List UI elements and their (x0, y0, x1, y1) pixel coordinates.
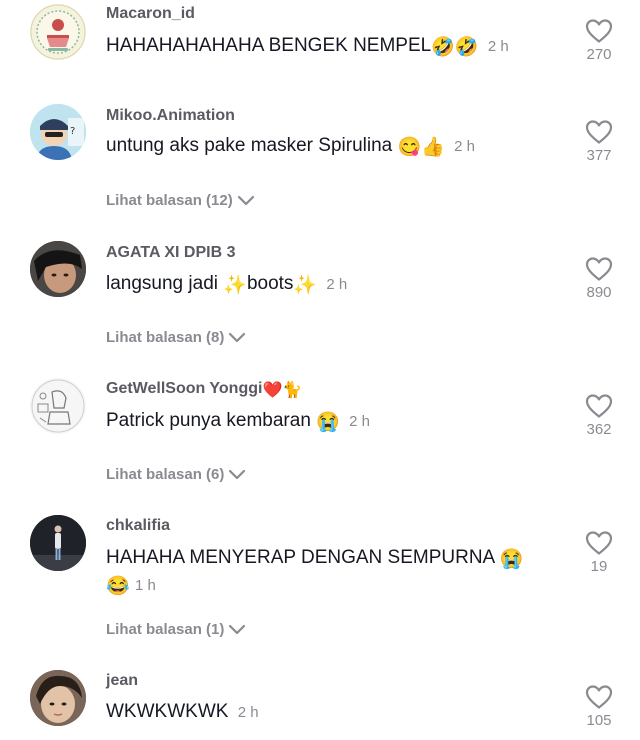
timestamp: 1 h (134, 577, 156, 594)
view-replies-button[interactable]: Lihat balasan (1) (106, 621, 246, 638)
yum-emoji: 😋 (397, 137, 422, 158)
crying-emoji: 😭 (316, 412, 340, 433)
username[interactable]: GetWellSoon Yonggi❤️🐈 (106, 380, 302, 401)
like-count: 377 (586, 147, 612, 164)
timestamp: 2 h (349, 413, 370, 430)
sparkles-emoji: ✨ (223, 275, 247, 296)
comment-body: WKWKWKWK (106, 701, 229, 722)
view-replies-label: Lihat balasan (6) (106, 466, 225, 483)
view-replies-label: Lihat balasan (1) (106, 621, 225, 638)
like-count: 890 (586, 284, 612, 301)
like-button[interactable]: 270 (574, 18, 624, 63)
username[interactable]: jean (106, 672, 138, 690)
comment-body: HAHAHA MENYERAP DENGAN SEMPURNA (106, 547, 495, 568)
comment-text: Patrick punya kembaran 😭 2 h (106, 409, 370, 434)
avatar[interactable]: ? (30, 104, 86, 160)
timestamp: 2 h (326, 276, 348, 293)
username[interactable]: Macaron_id (106, 5, 195, 23)
chevron-down-icon (237, 195, 254, 206)
view-replies-label: Lihat balasan (12) (106, 192, 233, 209)
comment-text: HAHAHAHAHAHA BENGEK NEMPEL🤣🤣 2 h (106, 34, 509, 59)
comment-text: untung aks pake masker Spirulina 😋👍 2 h (106, 134, 475, 159)
like-button[interactable]: 377 (574, 119, 624, 164)
avatar[interactable] (30, 515, 86, 571)
comment-body: untung aks pake masker Spirulina (106, 135, 393, 156)
sparkles-emoji: ✨ (293, 275, 318, 296)
comment-text: HAHAHA MENYERAP DENGAN SEMPURNA 😭 (106, 546, 523, 570)
like-button[interactable]: 890 (574, 256, 624, 301)
view-replies-label: Lihat balasan (8) (106, 329, 225, 346)
thumbs-up-emoji: 👍 (421, 137, 445, 158)
view-replies-button[interactable]: Lihat balasan (12) (106, 192, 255, 209)
comment-body: langsung jadi (106, 273, 218, 294)
like-count: 19 (590, 558, 608, 575)
heart-outline-icon (585, 394, 613, 418)
avatar[interactable] (30, 378, 86, 434)
view-replies-button[interactable]: Lihat balasan (8) (106, 329, 246, 346)
username[interactable]: chkalifia (106, 517, 170, 535)
cat-emoji: 🐈 (282, 382, 303, 399)
crying-emoji: 😭 (499, 549, 524, 570)
like-count: 270 (586, 46, 612, 63)
heart-emoji: ❤️ (262, 382, 283, 399)
heart-outline-icon (585, 19, 613, 43)
heart-outline-icon (585, 120, 613, 144)
like-count: 362 (586, 421, 612, 438)
avatar[interactable] (30, 670, 86, 726)
username[interactable]: AGATA XI DPIB 3 (106, 244, 236, 262)
rofl-emoji: 🤣 (431, 37, 455, 58)
heart-outline-icon (585, 685, 613, 709)
view-replies-button[interactable]: Lihat balasan (6) (106, 466, 246, 483)
heart-outline-icon (585, 531, 613, 555)
comment-body: boots (246, 273, 294, 294)
like-count: 105 (586, 712, 612, 729)
like-button[interactable]: 105 (574, 684, 624, 729)
chevron-down-icon (229, 469, 246, 480)
comment-body: HAHAHAHAHAHA BENGEK NEMPEL (106, 35, 432, 56)
chevron-down-icon (229, 624, 246, 635)
timestamp: 2 h (487, 38, 509, 55)
timestamp: 2 h (454, 138, 475, 155)
chevron-down-icon (229, 332, 246, 343)
avatar[interactable] (30, 4, 86, 60)
avatar[interactable] (30, 241, 86, 297)
comment-text: WKWKWKWK 2 h (106, 700, 259, 725)
comment-text: langsung jadi ✨boots✨ 2 h (106, 272, 347, 297)
rofl-emoji: 🤣 (454, 37, 479, 58)
svg-text:?: ? (70, 126, 75, 137)
heart-outline-icon (585, 257, 613, 281)
username[interactable]: Mikoo.Animation (106, 107, 235, 125)
timestamp: 2 h (237, 704, 259, 721)
comment-text-wrap: 😂 1 h (106, 573, 156, 598)
like-button[interactable]: 19 (574, 530, 624, 575)
comment-body: Patrick punya kembaran (106, 410, 311, 431)
like-button[interactable]: 362 (574, 393, 624, 438)
tears-of-joy-emoji: 😂 (106, 576, 130, 597)
username-text: GetWellSoon Yonggi (106, 380, 263, 397)
